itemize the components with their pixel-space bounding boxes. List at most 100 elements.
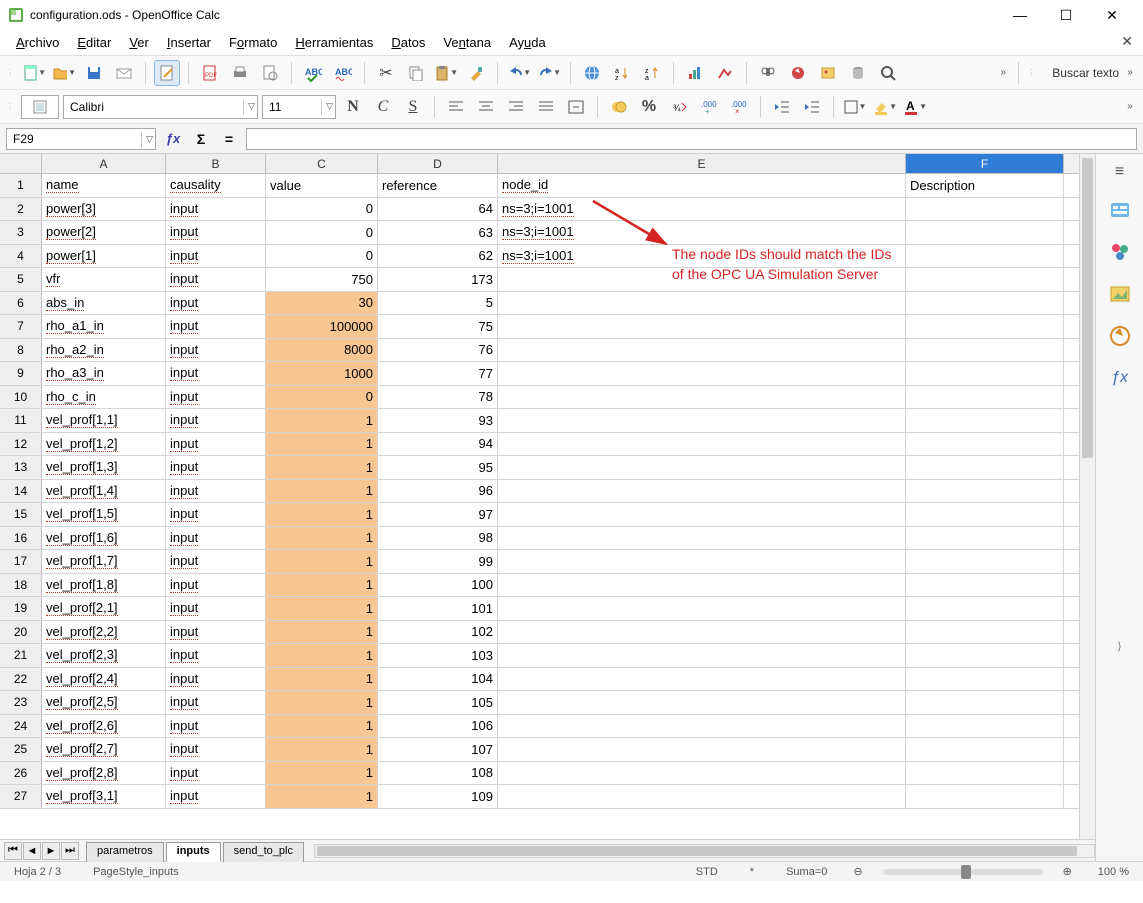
cell[interactable]: 97 <box>378 503 498 526</box>
cell[interactable]: 99 <box>378 550 498 573</box>
cell[interactable] <box>498 292 906 315</box>
export-pdf-icon[interactable]: PDF <box>197 60 223 86</box>
sum-icon[interactable]: Σ <box>190 128 212 150</box>
cell[interactable]: 93 <box>378 409 498 432</box>
cell[interactable]: vel_prof[1,3] <box>42 456 166 479</box>
row-header[interactable]: 22 <box>0 668 42 691</box>
cell[interactable]: input <box>166 762 266 785</box>
cell[interactable] <box>498 550 906 573</box>
merge-cells-icon[interactable] <box>563 94 589 120</box>
cell[interactable]: input <box>166 433 266 456</box>
cell[interactable]: 1 <box>266 715 378 738</box>
cell[interactable]: 64 <box>378 198 498 221</box>
cell[interactable]: 1 <box>266 597 378 620</box>
copy-icon[interactable] <box>403 60 429 86</box>
decrease-indent-icon[interactable] <box>769 94 795 120</box>
row-header[interactable]: 26 <box>0 762 42 785</box>
cell[interactable]: 104 <box>378 668 498 691</box>
data-sources-icon[interactable] <box>845 60 871 86</box>
sort-desc-icon[interactable]: za <box>639 60 665 86</box>
cell[interactable]: 1 <box>266 574 378 597</box>
background-color-icon[interactable]: ▼ <box>872 94 898 120</box>
cell[interactable]: Description <box>906 174 1064 197</box>
row-header[interactable]: 4 <box>0 245 42 268</box>
cell[interactable] <box>498 644 906 667</box>
row-header[interactable]: 13 <box>0 456 42 479</box>
row-header[interactable]: 23 <box>0 691 42 714</box>
gallery-icon[interactable] <box>815 60 841 86</box>
vertical-scrollbar[interactable] <box>1079 154 1095 839</box>
cell[interactable]: vel_prof[1,8] <box>42 574 166 597</box>
row-header[interactable]: 6 <box>0 292 42 315</box>
formatting-toolbar-overflow-icon[interactable]: » <box>1123 94 1137 120</box>
cell[interactable]: input <box>166 292 266 315</box>
save-icon[interactable] <box>81 60 107 86</box>
cell[interactable]: abs_in <box>42 292 166 315</box>
cell[interactable] <box>498 339 906 362</box>
cell[interactable] <box>906 362 1064 385</box>
cell[interactable] <box>498 621 906 644</box>
font-color-icon[interactable]: A▼ <box>902 94 928 120</box>
sidebar-navigator-icon[interactable] <box>1106 322 1134 350</box>
col-header-B[interactable]: B <box>166 154 266 173</box>
cell[interactable]: 1 <box>266 762 378 785</box>
cell[interactable] <box>906 621 1064 644</box>
row-header[interactable]: 15 <box>0 503 42 526</box>
row-header[interactable]: 24 <box>0 715 42 738</box>
cell[interactable] <box>498 597 906 620</box>
cell[interactable]: 109 <box>378 785 498 808</box>
cell[interactable]: vel_prof[2,2] <box>42 621 166 644</box>
cell[interactable]: 1 <box>266 409 378 432</box>
menu-editar[interactable]: Editar <box>69 32 119 53</box>
font-name-combo[interactable]: Calibri▽ <box>63 95 258 119</box>
row-header[interactable]: 14 <box>0 480 42 503</box>
col-header-C[interactable]: C <box>266 154 378 173</box>
cell[interactable]: input <box>166 527 266 550</box>
cell[interactable]: rho_a3_in <box>42 362 166 385</box>
function-wizard-icon[interactable]: ƒx <box>162 128 184 150</box>
zoom-in-icon[interactable]: ⊕ <box>1063 865 1072 878</box>
cell[interactable] <box>498 715 906 738</box>
bold-icon[interactable]: N <box>340 94 366 120</box>
status-sum[interactable]: Suma=0 <box>780 866 833 878</box>
cell[interactable]: 100000 <box>266 315 378 338</box>
apply-style-combo[interactable] <box>21 95 59 119</box>
cell[interactable] <box>906 738 1064 761</box>
cell[interactable]: vel_prof[2,5] <box>42 691 166 714</box>
cell[interactable]: 94 <box>378 433 498 456</box>
cell[interactable]: 101 <box>378 597 498 620</box>
open-icon[interactable]: ▼ <box>51 60 77 86</box>
spreadsheet-grid[interactable]: A B C D E F 1namecausalityvaluereference… <box>0 154 1079 839</box>
sidebar-properties-icon[interactable] <box>1106 196 1134 224</box>
cell[interactable]: input <box>166 245 266 268</box>
cell[interactable]: 0 <box>266 245 378 268</box>
cell[interactable]: input <box>166 668 266 691</box>
cell[interactable]: 1000 <box>266 362 378 385</box>
cell[interactable]: 102 <box>378 621 498 644</box>
cell[interactable]: 77 <box>378 362 498 385</box>
hyperlink-icon[interactable] <box>579 60 605 86</box>
cell[interactable]: 0 <box>266 386 378 409</box>
toolbar-handle[interactable]: ⋮ <box>6 68 14 77</box>
cell[interactable] <box>906 198 1064 221</box>
font-size-combo[interactable]: 11▽ <box>262 95 336 119</box>
row-header[interactable]: 8 <box>0 339 42 362</box>
italic-icon[interactable]: C <box>370 94 396 120</box>
cell[interactable] <box>498 691 906 714</box>
cell[interactable] <box>906 550 1064 573</box>
cell[interactable] <box>498 315 906 338</box>
delete-decimal-icon[interactable]: .000× <box>726 94 752 120</box>
cell[interactable]: rho_a1_in <box>42 315 166 338</box>
align-justify-icon[interactable] <box>533 94 559 120</box>
cell[interactable]: 1 <box>266 480 378 503</box>
col-header-F[interactable]: F <box>906 154 1064 173</box>
cell[interactable] <box>906 644 1064 667</box>
cell[interactable]: 1 <box>266 456 378 479</box>
cell[interactable]: input <box>166 409 266 432</box>
close-document-button[interactable]: ✕ <box>1121 33 1133 50</box>
new-document-icon[interactable]: ▼ <box>21 60 47 86</box>
cell[interactable]: rho_a2_in <box>42 339 166 362</box>
insert-chart-icon[interactable] <box>682 60 708 86</box>
cell[interactable]: 95 <box>378 456 498 479</box>
cell[interactable] <box>498 574 906 597</box>
